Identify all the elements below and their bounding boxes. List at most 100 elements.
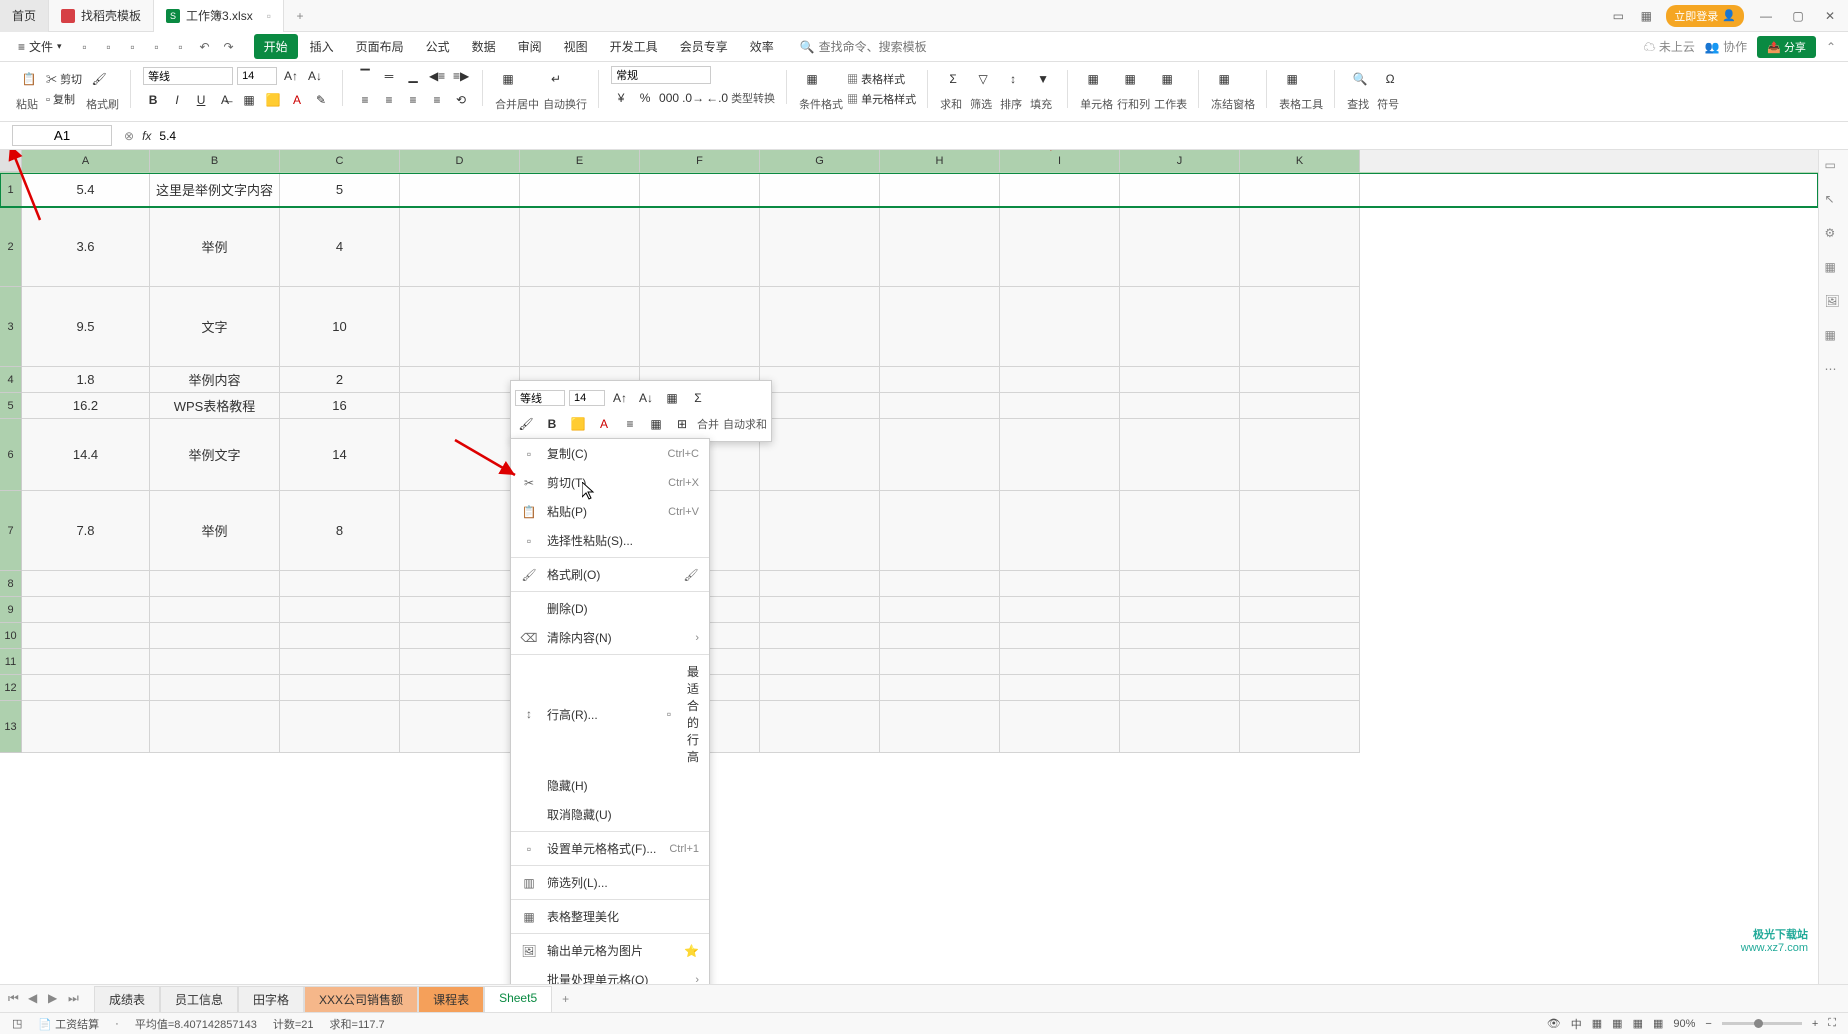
- cell-C9[interactable]: [280, 597, 400, 623]
- cell-G9[interactable]: [760, 597, 880, 623]
- name-box[interactable]: [12, 125, 112, 146]
- bold-button[interactable]: B: [143, 90, 163, 110]
- save-icon[interactable]: ▫: [124, 38, 142, 56]
- dec-decimal-icon[interactable]: ←.0: [707, 88, 727, 108]
- cell-G10[interactable]: [760, 623, 880, 649]
- side-cursor-icon[interactable]: ↖: [1825, 192, 1843, 210]
- mini-expand-icon[interactable]: ⊞: [671, 413, 693, 435]
- menu-tab-页面布局[interactable]: 页面布局: [346, 34, 414, 59]
- chevron-up-icon[interactable]: ⌃: [1826, 40, 1836, 54]
- cell-A8[interactable]: [22, 571, 150, 597]
- ctx-format-painter[interactable]: 🖌格式刷(O)🖌: [511, 560, 709, 589]
- cell-G7[interactable]: [760, 491, 880, 571]
- cell-G6[interactable]: [760, 419, 880, 491]
- ctx-paste[interactable]: 📋粘贴(P)Ctrl+V: [511, 497, 709, 526]
- mini-sum-icon[interactable]: Σ: [687, 387, 709, 409]
- wrap-icon[interactable]: ↵: [543, 66, 569, 92]
- ctx-unhide[interactable]: 取消隐藏(U): [511, 800, 709, 829]
- ctx-cut[interactable]: ✂剪切(T)Ctrl+X: [511, 468, 709, 497]
- cell-B7[interactable]: 举例: [150, 491, 280, 571]
- border-button[interactable]: ▦: [239, 90, 259, 110]
- cell-K9[interactable]: [1240, 597, 1360, 623]
- redo-icon[interactable]: ↷: [220, 38, 238, 56]
- zoom-label[interactable]: 90%: [1673, 1018, 1695, 1030]
- view-pagebreak-icon[interactable]: ▦: [1653, 1017, 1663, 1030]
- side-settings-icon[interactable]: ⚙: [1825, 226, 1843, 244]
- mini-border-icon[interactable]: ▦: [661, 387, 683, 409]
- cell-B11[interactable]: [150, 649, 280, 675]
- login-button[interactable]: 立即登录 👤: [1666, 5, 1744, 27]
- row-header-10[interactable]: 10: [0, 623, 22, 649]
- align-left-icon[interactable]: ≡: [355, 90, 375, 110]
- new-icon[interactable]: ▫: [76, 38, 94, 56]
- align-right-icon[interactable]: ≡: [403, 90, 423, 110]
- cell-A4[interactable]: 1.8: [22, 367, 150, 393]
- menu-tab-审阅[interactable]: 审阅: [508, 34, 552, 59]
- sheet-tab-成绩表[interactable]: 成绩表: [94, 986, 160, 1012]
- cell-K4[interactable]: [1240, 367, 1360, 393]
- sheet-tab-XXX公司销售额[interactable]: XXX公司销售额: [304, 986, 418, 1012]
- cell-D1[interactable]: [400, 173, 520, 207]
- cell-H7[interactable]: [880, 491, 1000, 571]
- status-eye-icon[interactable]: 👁: [1547, 1017, 1561, 1030]
- cell-J12[interactable]: [1120, 675, 1240, 701]
- cell-C8[interactable]: [280, 571, 400, 597]
- cell-J5[interactable]: [1120, 393, 1240, 419]
- view-pagelayout-icon[interactable]: ▦: [1633, 1017, 1643, 1030]
- cell-B12[interactable]: [150, 675, 280, 701]
- row-header-1[interactable]: 1: [0, 173, 22, 207]
- sheet-nav-prev[interactable]: ◀: [28, 991, 44, 1007]
- side-style-icon[interactable]: ▦: [1825, 260, 1843, 278]
- decrease-font-icon[interactable]: A↓: [305, 66, 325, 86]
- ctx-batch[interactable]: 批量处理单元格(Q)›: [511, 965, 709, 984]
- mini-font-name[interactable]: [515, 390, 565, 406]
- cell-K3[interactable]: [1240, 287, 1360, 367]
- indent-dec-icon[interactable]: ◀≡: [427, 66, 447, 86]
- sheet-tab-员工信息[interactable]: 员工信息: [160, 986, 238, 1012]
- cell-B2[interactable]: 举例: [150, 207, 280, 287]
- cell-I2[interactable]: [1000, 207, 1120, 287]
- row-header-4[interactable]: 4: [0, 367, 22, 393]
- row-header-3[interactable]: 3: [0, 287, 22, 367]
- cell-I9[interactable]: [1000, 597, 1120, 623]
- font-size-select[interactable]: [237, 67, 277, 85]
- cell-I7[interactable]: [1000, 491, 1120, 571]
- cell-H2[interactable]: [880, 207, 1000, 287]
- menu-tab-开发工具[interactable]: 开发工具: [600, 34, 668, 59]
- cell-K11[interactable]: [1240, 649, 1360, 675]
- row-header-11[interactable]: 11: [0, 649, 22, 675]
- cell-H6[interactable]: [880, 419, 1000, 491]
- col-header-J[interactable]: J: [1120, 150, 1240, 172]
- cell-J2[interactable]: [1120, 207, 1240, 287]
- cell-C6[interactable]: 14: [280, 419, 400, 491]
- cell-J1[interactable]: [1120, 173, 1240, 207]
- cell-F3[interactable]: [640, 287, 760, 367]
- number-format-select[interactable]: [611, 66, 711, 84]
- cell-K1[interactable]: [1240, 173, 1360, 207]
- cell-J6[interactable]: [1120, 419, 1240, 491]
- cell-G3[interactable]: [760, 287, 880, 367]
- tab-document[interactable]: S 工作簿3.xlsx ▫: [154, 0, 284, 32]
- close-button[interactable]: ✕: [1820, 6, 1840, 26]
- symbol-icon[interactable]: Ω: [1377, 66, 1403, 92]
- menu-tab-会员专享[interactable]: 会员专享: [670, 34, 738, 59]
- tab-home[interactable]: 首页: [0, 0, 49, 32]
- share-button[interactable]: 📤 分享: [1757, 36, 1816, 58]
- cell-I10[interactable]: [1000, 623, 1120, 649]
- cell-I13[interactable]: [1000, 701, 1120, 753]
- side-chart-icon[interactable]: ▦: [1825, 328, 1843, 346]
- sheet-nav-first[interactable]: ⏮: [8, 991, 24, 1007]
- cell-B13[interactable]: [150, 701, 280, 753]
- cell-A3[interactable]: 9.5: [22, 287, 150, 367]
- ctx-copy[interactable]: ▫复制(C)Ctrl+C: [511, 439, 709, 468]
- cell-K13[interactable]: [1240, 701, 1360, 753]
- cell-C5[interactable]: 16: [280, 393, 400, 419]
- cell-style-button[interactable]: ▦ 单元格样式: [847, 91, 916, 107]
- currency-icon[interactable]: ¥: [611, 88, 631, 108]
- col-header-F[interactable]: F: [640, 150, 760, 172]
- cell-A6[interactable]: 14.4: [22, 419, 150, 491]
- zoom-out-button[interactable]: −: [1705, 1018, 1711, 1030]
- worksheet-icon[interactable]: ▦: [1154, 66, 1180, 92]
- comma-icon[interactable]: 000: [659, 88, 679, 108]
- preview-icon[interactable]: ▫: [172, 38, 190, 56]
